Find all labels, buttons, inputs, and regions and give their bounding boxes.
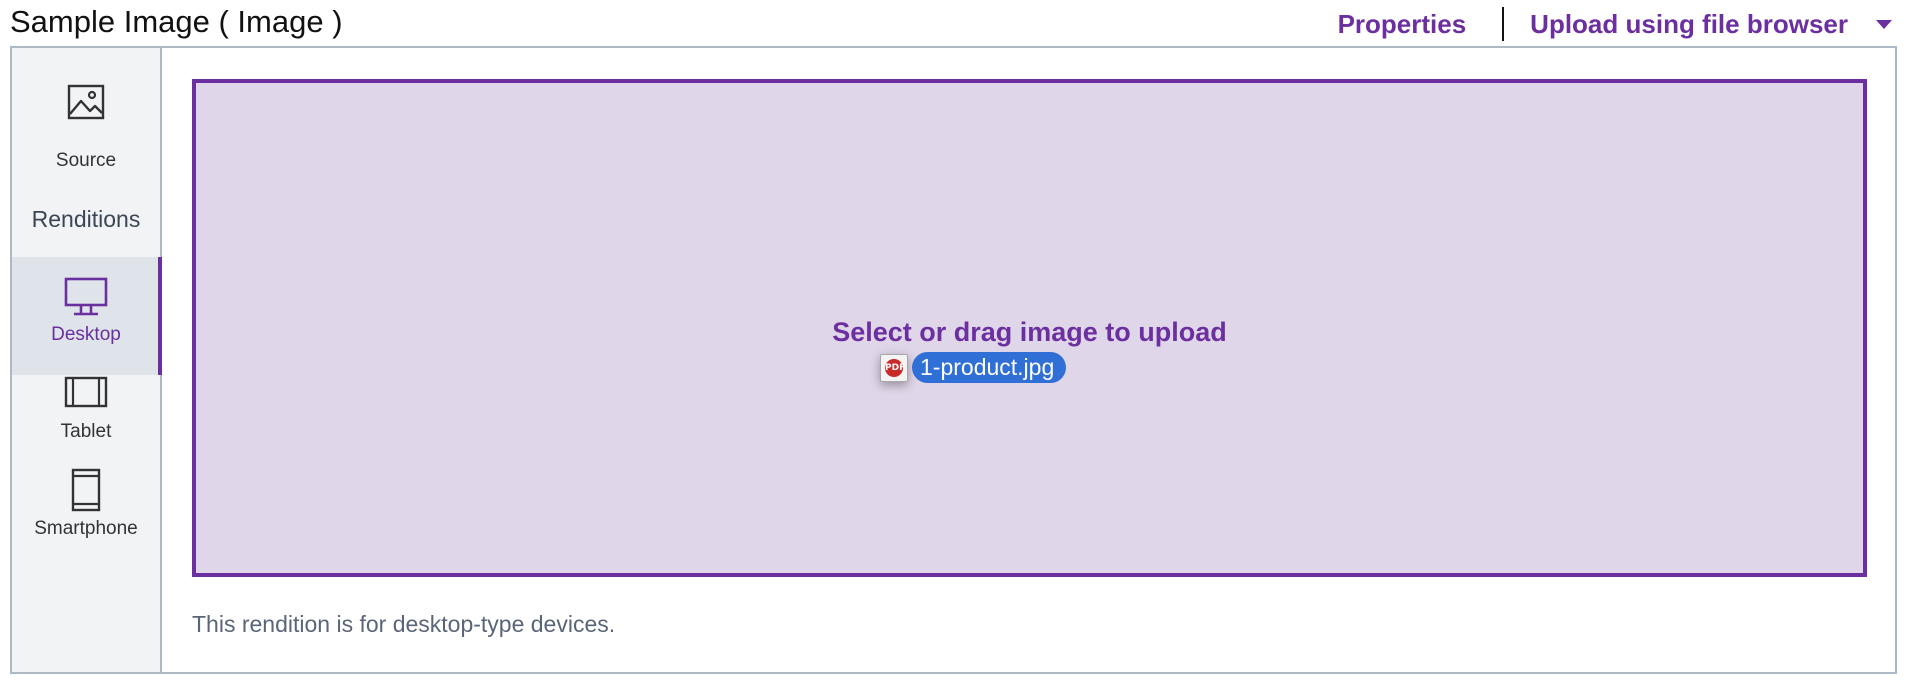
page: Sample Image ( Image ) Properties Upload… bbox=[0, 0, 1910, 695]
dragged-file-name: 1-product.jpg bbox=[912, 352, 1067, 383]
upload-file-browser-link[interactable]: Upload using file browser bbox=[1530, 4, 1848, 44]
field-title: Sample Image ( Image ) bbox=[10, 4, 343, 39]
sidebar-item-source[interactable]: Source bbox=[12, 48, 160, 171]
pdf-badge-icon: PDF bbox=[885, 358, 905, 377]
header-actions: Properties Upload using file browser bbox=[1338, 4, 1892, 44]
dragged-file: PDF 1-product.jpg bbox=[880, 352, 1067, 383]
sidebar-item-label: Desktop bbox=[51, 324, 121, 345]
sidebar-item-smartphone[interactable]: Smartphone bbox=[12, 468, 160, 586]
properties-link[interactable]: Properties bbox=[1338, 4, 1467, 44]
smartphone-icon bbox=[70, 468, 102, 517]
rendition-description: This rendition is for desktop-type devic… bbox=[192, 611, 616, 637]
tablet-icon bbox=[64, 375, 108, 416]
sidebar-item-label: Smartphone bbox=[34, 518, 138, 539]
header: Sample Image ( Image ) Properties Upload… bbox=[0, 0, 1910, 46]
dropzone-prompt: Select or drag image to upload bbox=[832, 317, 1227, 347]
sidebar-item-desktop[interactable]: Desktop bbox=[12, 257, 162, 375]
header-divider bbox=[1502, 7, 1505, 41]
chevron-down-icon[interactable] bbox=[1876, 19, 1892, 29]
image-icon bbox=[66, 82, 106, 127]
image-editor-frame: Source Renditions Desktop Tablet Smartph… bbox=[10, 46, 1897, 674]
sidebar-item-label: Source bbox=[55, 150, 117, 171]
renditions-heading: Renditions bbox=[31, 206, 141, 232]
sidebar-item-label: Tablet bbox=[60, 421, 112, 442]
rendition-sidebar: Source Renditions Desktop Tablet Smartph… bbox=[12, 48, 162, 672]
file-thumbnail-icon: PDF bbox=[880, 353, 908, 382]
image-dropzone[interactable]: Select or drag image to upload PDF 1-pro… bbox=[192, 79, 1867, 577]
desktop-icon bbox=[64, 277, 108, 322]
